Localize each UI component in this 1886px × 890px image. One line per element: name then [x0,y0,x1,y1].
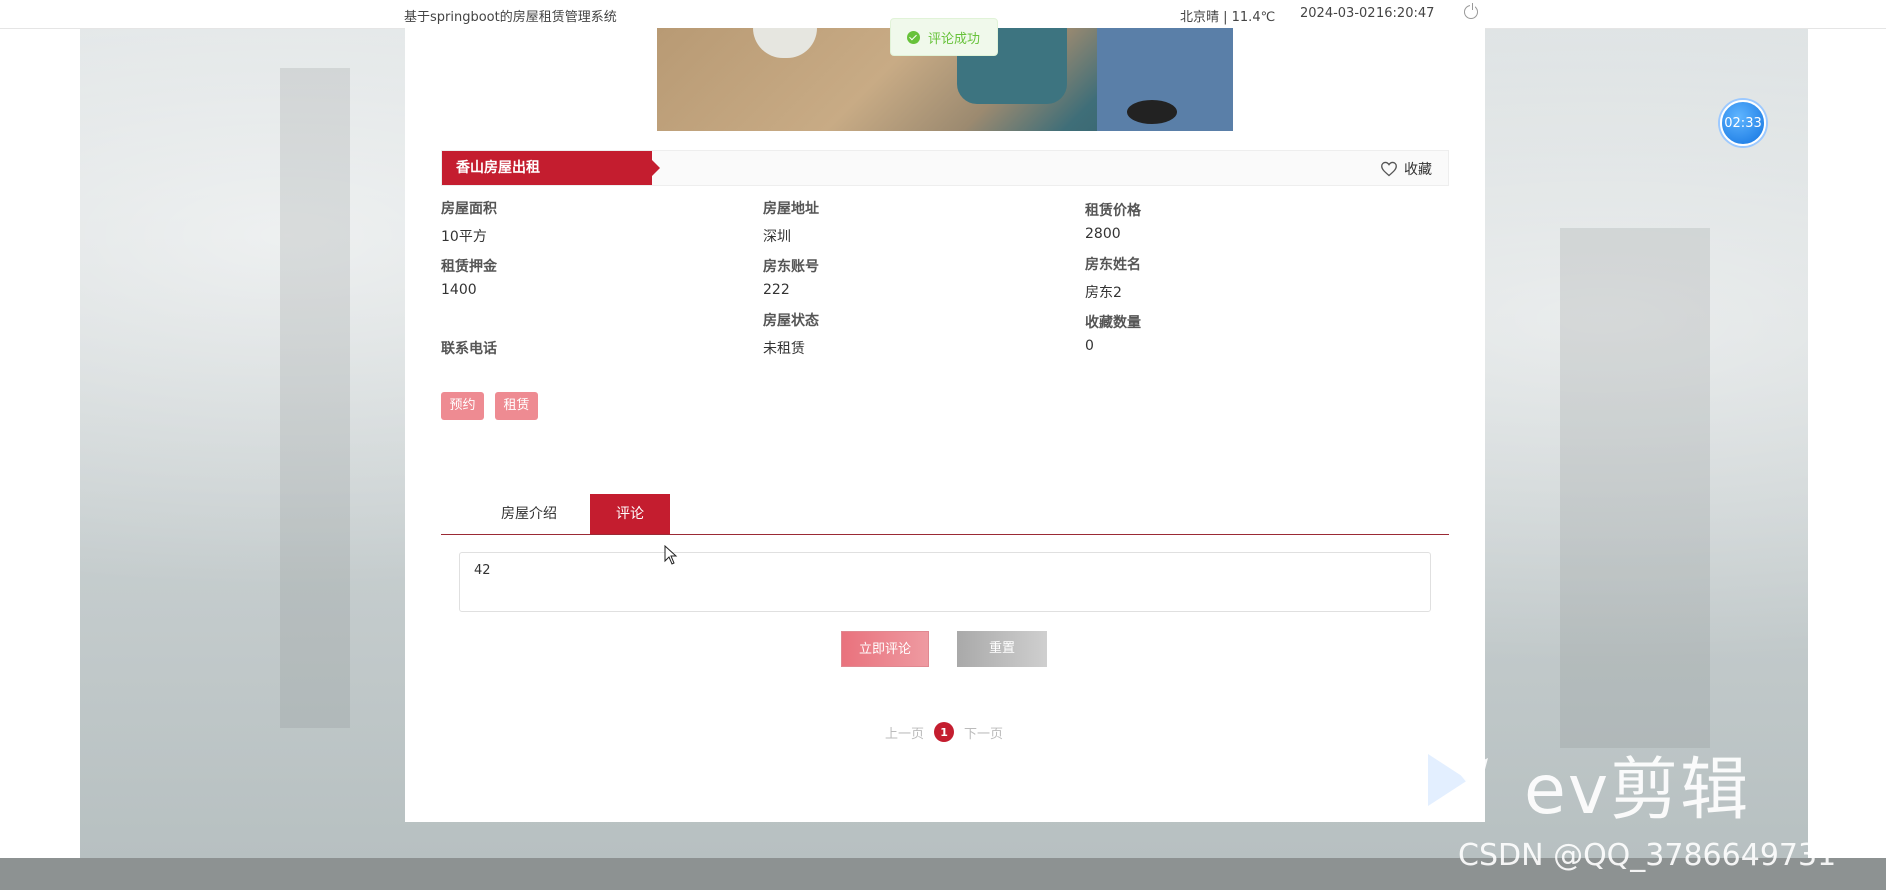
house-title-bar: 香山房屋出租 收藏 [441,150,1449,186]
price-label: 租赁价格 [1085,203,1141,219]
house-detail-card: 香山房屋出租 收藏 房屋面积 10平方 房屋地址 深圳 租赁价格 2800 租赁… [405,28,1485,822]
area-label: 房屋面积 [441,201,497,217]
status-label: 房屋状态 [763,313,819,329]
power-icon[interactable] [1464,3,1478,19]
landlord-account-value: 222 [763,282,790,298]
phone-label: 联系电话 [441,341,497,357]
prev-page-link[interactable]: 上一页 [885,723,924,742]
deposit-label: 租赁押金 [441,259,497,275]
weather-info: 北京晴 | 11.4℃ [1180,10,1276,25]
time-display: 16:20:47 [1376,6,1435,21]
rent-button[interactable]: 租赁 [495,392,538,420]
next-page-link[interactable]: 下一页 [964,723,1003,742]
address-label: 房屋地址 [763,201,819,217]
status-value: 未租赁 [763,341,805,357]
success-toast: 评论成功 [890,18,998,56]
bg-pillar [1560,228,1710,748]
house-title: 香山房屋出租 [442,151,660,185]
bg-pillar [280,68,350,728]
check-circle-icon [907,30,920,44]
price-value: 2800 [1085,226,1121,242]
landlord-account-label: 房东账号 [763,259,819,275]
fav-count-label: 收藏数量 [1085,315,1141,331]
mouse-cursor-icon [664,545,678,565]
area-value: 10平方 [441,229,487,245]
page-number-current[interactable]: 1 [934,722,955,742]
landlord-name-value: 房东2 [1085,285,1122,301]
address-value: 深圳 [763,229,791,245]
deposit-value: 1400 [441,282,477,298]
submit-comment-button[interactable]: 立即评论 [841,631,929,667]
favorite-label: 收藏 [1404,162,1432,178]
ev-logo-icon [1428,754,1488,806]
date-display: 2024-03-02 [1300,6,1376,21]
fav-count-value: 0 [1085,338,1094,354]
timer-badge: 02:33 [1720,100,1766,146]
tab-house-intro[interactable]: 房屋介绍 [481,494,577,534]
reset-button[interactable]: 重置 [957,631,1047,667]
ev-watermark: ev剪辑 [1524,751,1751,830]
comment-textarea[interactable]: 42 [459,552,1431,612]
favorite-button[interactable]: 收藏 [1380,159,1432,179]
pagination: 上一页 1 下一页 [885,722,1003,742]
landlord-name-label: 房东姓名 [1085,257,1141,273]
detail-tabs: 房屋介绍 评论 [441,494,1449,535]
toast-message: 评论成功 [928,31,981,47]
system-title: 基于springboot的房屋租赁管理系统 [404,10,617,25]
reserve-button[interactable]: 预约 [441,392,484,420]
csdn-watermark: CSDN @QQ_3786649731 [1458,838,1837,873]
heart-icon [1381,161,1397,177]
tab-comments[interactable]: 评论 [590,494,670,534]
